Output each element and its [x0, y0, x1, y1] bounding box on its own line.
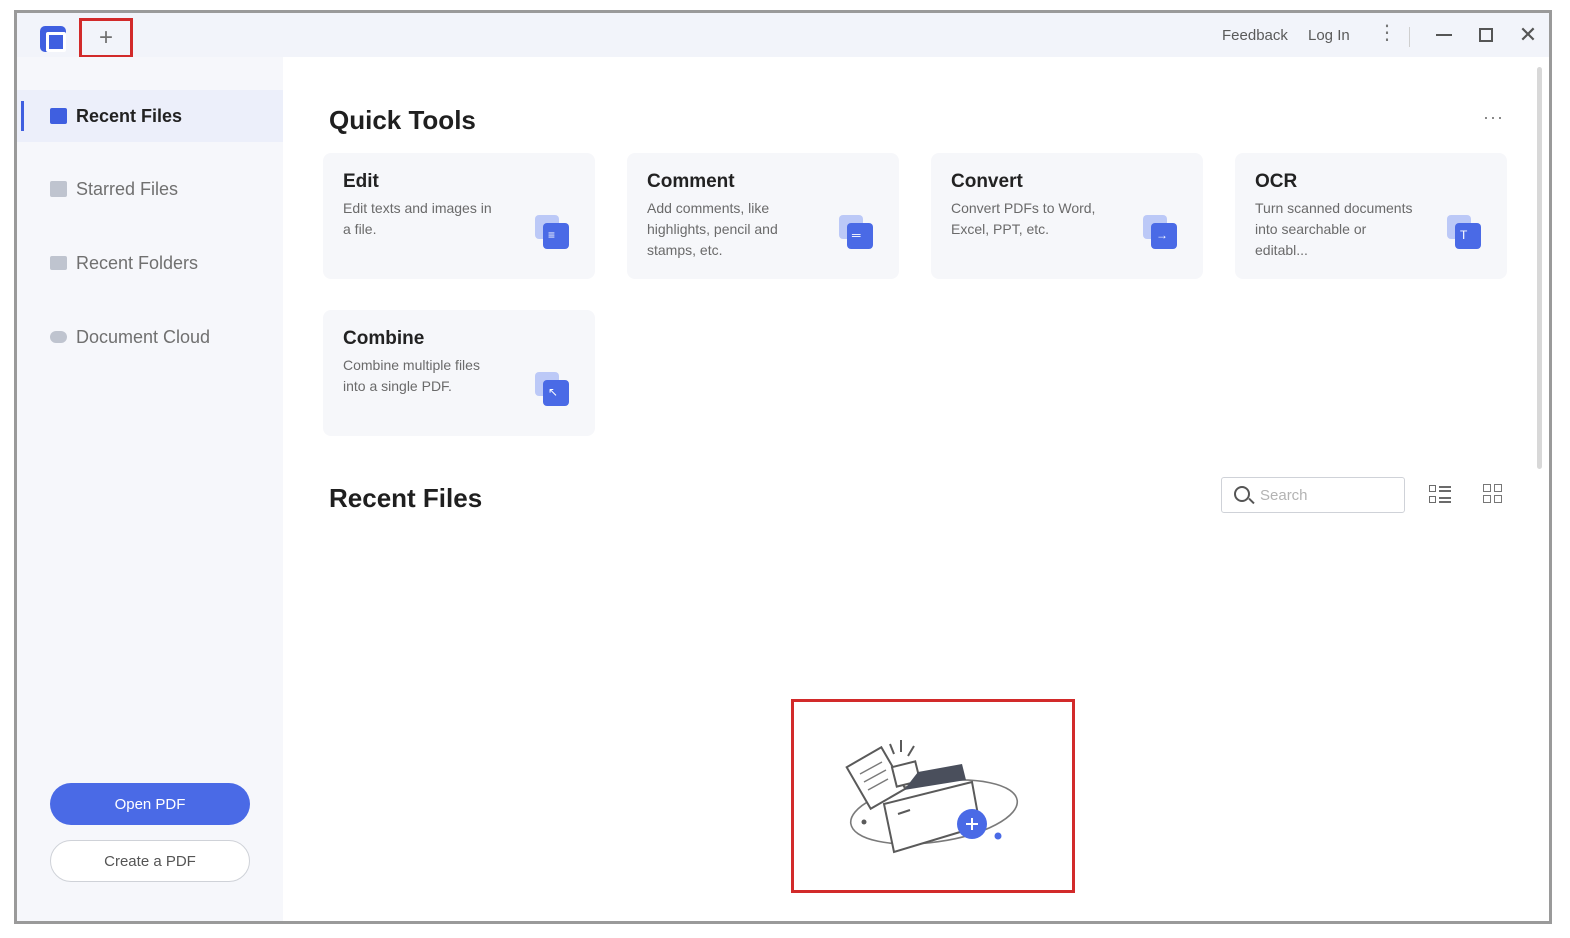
titlebar-divider [1409, 27, 1410, 47]
card-description: Convert PDFs to Word, Excel, PPT, etc. [951, 200, 1096, 237]
minimize-icon [1436, 34, 1452, 36]
title-bar: + Feedback Log In ⋮ ✕ [17, 13, 1549, 58]
app-logo-icon [40, 26, 66, 52]
sidebar-item-starred-files[interactable]: Starred Files [17, 163, 283, 215]
recent-files-title: Recent Files [329, 483, 483, 513]
feedback-link[interactable]: Feedback [1222, 27, 1288, 44]
empty-folder-illustration [845, 740, 1019, 854]
empty-state-illustration [791, 699, 1075, 893]
new-tab-button[interactable]: + [79, 18, 133, 58]
card-description: Combine multiple files into a single PDF… [343, 357, 480, 394]
card-title: Edit [343, 171, 379, 192]
tool-card-ocr[interactable]: OCR Turn scanned documents into searchab… [1235, 153, 1507, 279]
close-button[interactable]: ✕ [1515, 22, 1541, 48]
folder-icon [50, 256, 67, 270]
ocr-icon: T [1447, 215, 1483, 251]
sidebar-item-label: Document Cloud [76, 326, 211, 347]
card-title: Combine [343, 328, 425, 349]
edit-icon: ≡ [535, 215, 571, 251]
close-icon: ✕ [1518, 22, 1538, 47]
sidebar: Recent Files Starred Files Recent Folder… [17, 57, 283, 921]
grid-view-icon[interactable] [1481, 481, 1507, 507]
quick-tools-title: Quick Tools [329, 105, 476, 135]
sidebar-item-label: Recent Files [76, 105, 183, 126]
create-pdf-button[interactable]: Create a PDF [50, 840, 250, 882]
quick-tools-more-icon[interactable]: ··· [1483, 107, 1504, 128]
maximize-button[interactable] [1473, 22, 1499, 48]
list-view-icon[interactable] [1427, 481, 1453, 507]
tool-card-comment[interactable]: Comment Add comments, like highlights, p… [627, 153, 899, 279]
card-description: Add comments, like highlights, pencil an… [647, 200, 778, 258]
search-icon [1234, 486, 1250, 502]
tool-card-combine[interactable]: Combine Combine multiple files into a si… [323, 310, 595, 436]
convert-icon: → [1143, 215, 1179, 251]
combine-icon: ↖ [535, 372, 571, 408]
sidebar-item-label: Recent Folders [76, 252, 199, 273]
sidebar-item-label: Starred Files [76, 178, 179, 199]
main-scrollbar[interactable] [1537, 67, 1542, 469]
maximize-icon [1479, 28, 1493, 42]
search-input[interactable] [1260, 484, 1398, 506]
cloud-icon [50, 331, 67, 343]
more-options-icon[interactable]: ⋮ [1377, 23, 1397, 43]
card-description: Turn scanned documents into searchable o… [1255, 200, 1413, 258]
minimize-button[interactable] [1431, 22, 1457, 48]
app-window: + Feedback Log In ⋮ ✕ Recent Files Starr… [14, 10, 1552, 924]
tool-card-convert[interactable]: Convert Convert PDFs to Word, Excel, PPT… [931, 153, 1203, 279]
comment-icon: ═ [839, 215, 875, 251]
card-description: Edit texts and images in a file. [343, 200, 492, 237]
sidebar-item-document-cloud[interactable]: Document Cloud [17, 311, 283, 363]
star-icon [50, 181, 67, 197]
card-title: Convert [951, 171, 1023, 192]
recent-files-icon [50, 108, 67, 124]
open-pdf-button[interactable]: Open PDF [50, 783, 250, 825]
card-title: OCR [1255, 171, 1298, 192]
main-content: Quick Tools ··· Edit Edit texts and imag… [283, 57, 1549, 921]
card-title: Comment [647, 171, 735, 192]
tool-card-edit[interactable]: Edit Edit texts and images in a file. ≡ [323, 153, 595, 279]
sidebar-item-recent-folders[interactable]: Recent Folders [17, 237, 283, 289]
plus-icon: + [98, 24, 113, 51]
search-box[interactable] [1221, 477, 1405, 513]
sidebar-item-recent-files[interactable]: Recent Files [17, 90, 283, 142]
login-link[interactable]: Log In [1308, 27, 1350, 44]
